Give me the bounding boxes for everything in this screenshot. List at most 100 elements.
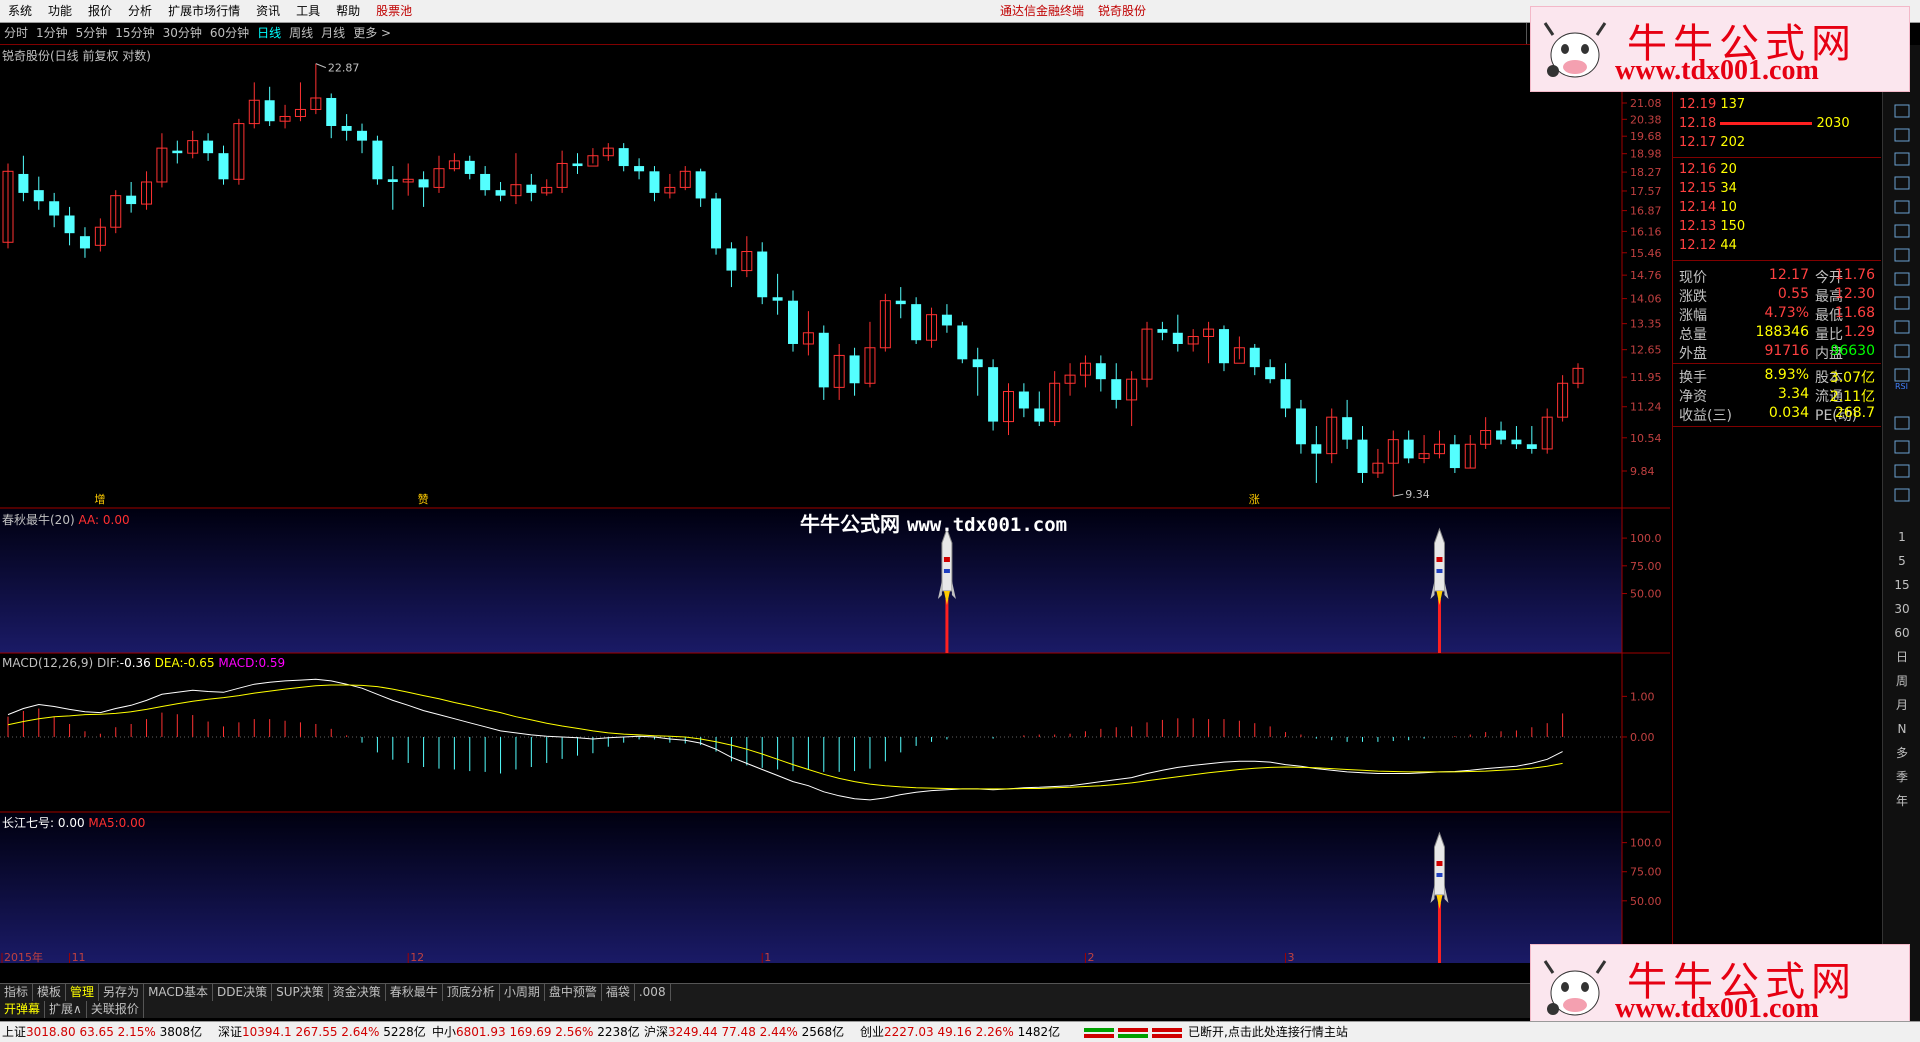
period-btn-season[interactable]: 季 — [1883, 765, 1920, 789]
osc2-tick-label: 75.00 — [1630, 560, 1662, 573]
period-week[interactable]: 周线 — [285, 23, 317, 44]
period-btn-year[interactable]: 年 — [1883, 789, 1920, 813]
ask-row[interactable]: 12.17 202 — [1679, 135, 1745, 150]
index-sh[interactable]: 上证3018.80 63.65 2.15% 3808亿 — [2, 1022, 202, 1042]
period-fenshi[interactable]: 分时 — [0, 23, 32, 44]
tab-small-cycle[interactable]: 小周期 — [500, 984, 545, 1001]
x-tick-label: 3 — [1288, 951, 1295, 964]
divider — [1673, 426, 1881, 427]
candle-body — [1157, 329, 1168, 333]
tab-sup[interactable]: SUP决策 — [272, 984, 329, 1001]
period-btn-15[interactable]: 15 — [1883, 573, 1920, 597]
period-60min[interactable]: 60分钟 — [206, 23, 253, 44]
price-tick-label: 9.84 — [1630, 465, 1655, 478]
stat-row: 涨幅 4.73% 最低 11.68 — [1673, 305, 1881, 324]
period-btn-5[interactable]: 5 — [1883, 549, 1920, 573]
candle-body — [18, 173, 29, 193]
tab-expand[interactable]: 扩展∧ — [45, 1001, 87, 1018]
toolbar-icon-group: RSI — [1883, 45, 1920, 525]
signal-label: 赞 — [418, 493, 429, 506]
tab-manage[interactable]: 管理 — [66, 984, 100, 1001]
tab-lucky-bag[interactable]: 福袋 — [602, 984, 635, 1001]
stat-value: 8.93% — [1764, 367, 1809, 383]
menu-stock-pool[interactable]: 股票池 — [368, 0, 420, 22]
stat-label: 涨幅 — [1679, 308, 1707, 324]
candle-body — [341, 125, 352, 131]
period-btn-week[interactable]: 周 — [1883, 669, 1920, 693]
ask-row[interactable]: 12.18 2030 — [1679, 116, 1850, 131]
high-marker-line — [315, 63, 327, 69]
period-more[interactable]: 更多 > — [349, 23, 395, 44]
menu-news[interactable]: 资讯 — [248, 0, 288, 22]
menu-ext-market[interactable]: 扩展市场行情 — [160, 0, 248, 22]
bid-row[interactable]: 12.16 20 — [1679, 162, 1737, 177]
period-5min[interactable]: 5分钟 — [72, 23, 112, 44]
tab-related-quote[interactable]: 关联报价 — [87, 1001, 144, 1018]
bid-row[interactable]: 12.14 10 — [1679, 200, 1737, 215]
period-btn-month[interactable]: 月 — [1883, 693, 1920, 717]
menu-system[interactable]: 系统 — [0, 0, 40, 22]
period-btn-day[interactable]: 日 — [1883, 645, 1920, 669]
stat-row: 现价 12.17 今开 11.76 — [1673, 267, 1881, 286]
index-sz[interactable]: 深证10394.1 267.55 2.64% 5228亿 — [218, 1022, 426, 1042]
period-btn-60[interactable]: 60 — [1883, 621, 1920, 645]
index-name: 中小 — [432, 1025, 457, 1039]
bid-volume: 44 — [1720, 238, 1737, 253]
index-zx[interactable]: 中小6801.93 169.69 2.56% 2238亿 — [432, 1022, 640, 1042]
candle-body — [1449, 444, 1460, 469]
tab-dde[interactable]: DDE决策 — [213, 984, 273, 1001]
menu-tools[interactable]: 工具 — [288, 0, 328, 22]
tab-template[interactable]: 模板 — [33, 984, 67, 1001]
index-name: 创业 — [860, 1025, 885, 1039]
macd-label: MACD: — [218, 656, 259, 670]
tab-save-as[interactable]: 另存为 — [99, 984, 145, 1001]
stat-value: 3.07亿 — [1829, 370, 1875, 386]
period-30min[interactable]: 30分钟 — [159, 23, 206, 44]
period-btn-1[interactable]: 1 — [1883, 525, 1920, 549]
tab-alert[interactable]: 盘中预警 — [545, 984, 602, 1001]
candle-body — [1403, 439, 1414, 459]
tab-top-bottom[interactable]: 顶底分析 — [443, 984, 500, 1001]
rocket-stripe — [943, 569, 950, 573]
connection-status[interactable]: 已断开,点击此处连接行情主站 — [1188, 1022, 1348, 1042]
tab-fund[interactable]: 资金决策 — [329, 984, 386, 1001]
period-btn-multi[interactable]: 多 — [1883, 741, 1920, 765]
period-month[interactable]: 月线 — [317, 23, 349, 44]
period-15min[interactable]: 15分钟 — [111, 23, 158, 44]
chart-canvas[interactable]: 21.08 20.38 19.68 18.98 18.27 17.57 16.87 16.16… — [0, 45, 1670, 965]
price-tick-label: 18.98 — [1630, 148, 1662, 161]
period-1min[interactable]: 1分钟 — [32, 23, 72, 44]
tab-danmaku[interactable]: 开弹幕 — [0, 1001, 46, 1018]
menu-help[interactable]: 帮助 — [328, 0, 368, 22]
period-day[interactable]: 日线 — [253, 23, 285, 44]
tab-008[interactable]: .008 — [635, 984, 671, 1001]
index-cy[interactable]: 创业2227.03 49.16 2.26% 1482亿 — [860, 1022, 1060, 1042]
center-watermark: 牛牛公式网 www.tdx001.com — [800, 508, 1067, 537]
period-btn-n[interactable]: N — [1883, 717, 1920, 741]
app-title: 通达信金融终端 — [1000, 4, 1085, 18]
bid-row[interactable]: 12.12 44 — [1679, 238, 1737, 253]
tab-chunqiu[interactable]: 春秋最牛 — [386, 984, 443, 1001]
chart-area[interactable]: 21.08 20.38 19.68 18.98 18.27 17.57 16.87 16.16… — [0, 45, 1670, 965]
rocket-stripe — [943, 557, 950, 562]
macd-value: 0.59 — [258, 656, 286, 670]
ask-row[interactable]: 12.19 137 — [1679, 97, 1745, 112]
rocket-stripe — [1436, 861, 1443, 866]
index-change: 63.65 — [79, 1025, 114, 1039]
market-breadth-bars — [1084, 1022, 1184, 1042]
bid-row[interactable]: 12.13 150 — [1679, 219, 1745, 234]
bid-row[interactable]: 12.15 34 — [1679, 181, 1737, 196]
index-hs[interactable]: 沪深3249.44 77.48 2.44% 2568亿 — [644, 1022, 844, 1042]
menu-analysis[interactable]: 分析 — [120, 0, 160, 22]
price-tick-label: 14.76 — [1630, 269, 1662, 282]
menu-function[interactable]: 功能 — [40, 0, 80, 22]
candle-body — [1311, 444, 1322, 454]
menu-quote[interactable]: 报价 — [80, 0, 120, 22]
candle-body — [695, 171, 706, 199]
tab-macd[interactable]: MACD基本 — [144, 984, 214, 1001]
tab-indicator[interactable]: 指标 — [0, 984, 34, 1001]
stat-value: 11.76 — [1834, 267, 1875, 283]
index-pct: 2.44% — [759, 1025, 798, 1039]
period-btn-30[interactable]: 30 — [1883, 597, 1920, 621]
index-change: 169.69 — [509, 1025, 552, 1039]
